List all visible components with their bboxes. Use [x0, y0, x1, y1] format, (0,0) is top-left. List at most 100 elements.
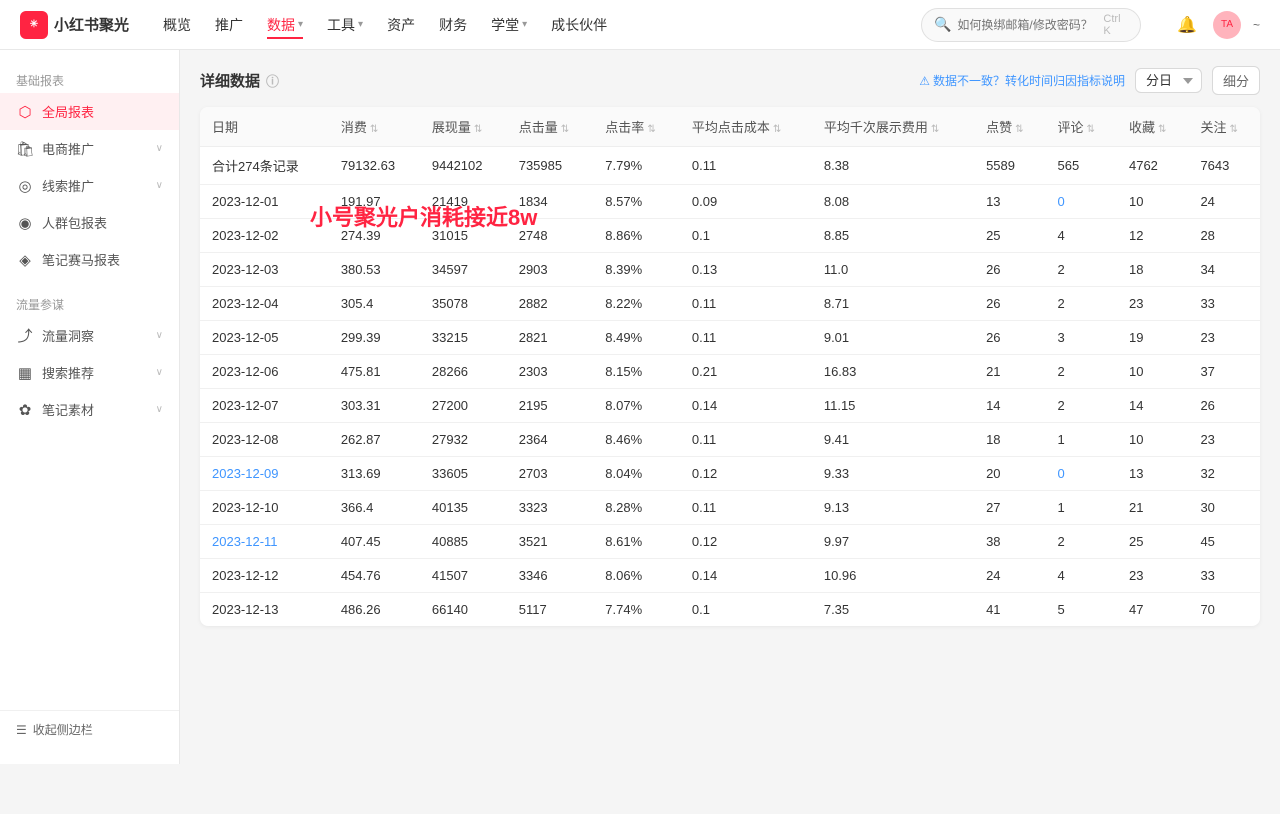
row-cell-date[interactable]: 2023-12-06 [200, 355, 329, 389]
row-cell-follows: 70 [1188, 593, 1260, 627]
summary-cell-likes: 5589 [974, 147, 1045, 185]
col-ctr[interactable]: 点击率⇅ [593, 107, 680, 147]
row-cell-date[interactable]: 2023-12-10 [200, 491, 329, 525]
collapse-sidebar-button[interactable]: ☰ 收起侧边栏 [0, 710, 179, 748]
nav-overview[interactable]: 概览 [163, 11, 191, 39]
row-cell-comments: 0 [1046, 185, 1117, 219]
row-cell-date[interactable]: 2023-12-04 [200, 287, 329, 321]
row-cell-impressions: 27932 [420, 423, 507, 457]
row-cell-cpc: 0.14 [680, 559, 812, 593]
nav-partner[interactable]: 成长伙伴 [551, 11, 607, 39]
col-follows[interactable]: 关注⇅ [1188, 107, 1260, 147]
col-cpm[interactable]: 平均千次展示费用⇅ [812, 107, 974, 147]
row-cell-spend: 305.4 [329, 287, 420, 321]
sidebar-item-leads[interactable]: ◎ 线索推广 ∨ [0, 167, 179, 204]
nav-assets[interactable]: 资产 [387, 11, 415, 39]
col-clicks[interactable]: 点击量⇅ [507, 107, 594, 147]
row-cell-ctr: 8.22% [593, 287, 680, 321]
summary-cell-follows: 7643 [1188, 147, 1260, 185]
col-spend[interactable]: 消费⇅ [329, 107, 420, 147]
row-cell-date[interactable]: 2023-12-05 [200, 321, 329, 355]
row-cell-date[interactable]: 2023-12-11 [200, 525, 329, 559]
row-cell-impressions: 33215 [420, 321, 507, 355]
row-cell-favorites: 13 [1117, 457, 1188, 491]
row-cell-spend: 303.31 [329, 389, 420, 423]
notification-icon[interactable]: 🔔 [1173, 11, 1201, 39]
summary-cell-spend: 79132.63 [329, 147, 420, 185]
row-cell-date[interactable]: 2023-12-12 [200, 559, 329, 593]
summary-cell-cpc: 0.11 [680, 147, 812, 185]
table-header: 日期 消费⇅ 展现量⇅ 点击量⇅ 点击率⇅ 平均点击成本⇅ 平均千次展示费用⇅ … [200, 107, 1260, 147]
detail-info-icon[interactable]: ⓘ [266, 71, 279, 90]
sidebar-item-traffic-insight[interactable]: ⤴ 流量洞察 ∨ [0, 317, 179, 354]
row-cell-cpm: 9.13 [812, 491, 974, 525]
row-cell-likes: 14 [974, 389, 1045, 423]
row-cell-follows: 33 [1188, 559, 1260, 593]
row-cell-follows: 23 [1188, 423, 1260, 457]
collapse-label: 收起侧边栏 [33, 721, 93, 738]
global-report-icon: ⬡ [16, 103, 34, 121]
summary-cell-cpm: 8.38 [812, 147, 974, 185]
data-table-wrapper: 日期 消费⇅ 展现量⇅ 点击量⇅ 点击率⇅ 平均点击成本⇅ 平均千次展示费用⇅ … [200, 107, 1260, 626]
avatar[interactable]: TA [1213, 11, 1241, 39]
row-cell-ctr: 8.86% [593, 219, 680, 253]
row-cell-likes: 24 [974, 559, 1045, 593]
row-cell-date[interactable]: 2023-12-03 [200, 253, 329, 287]
row-cell-cpc: 0.09 [680, 185, 812, 219]
col-cpc[interactable]: 平均点击成本⇅ [680, 107, 812, 147]
nav-tools[interactable]: 工具 ▾ [327, 11, 363, 39]
nav-promote[interactable]: 推广 [215, 11, 243, 39]
row-cell-date[interactable]: 2023-12-02 [200, 219, 329, 253]
row-cell-comments: 0 [1046, 457, 1117, 491]
sidebar-item-search-recommend[interactable]: ▦ 搜索推荐 ∨ [0, 354, 179, 391]
row-cell-date[interactable]: 2023-12-07 [200, 389, 329, 423]
sidebar-item-ecommerce[interactable]: 🛍 电商推广 ∨ [0, 130, 179, 167]
row-cell-likes: 27 [974, 491, 1045, 525]
sidebar-item-notes-race[interactable]: ◈ 笔记赛马报表 [0, 241, 179, 278]
row-cell-cpm: 10.96 [812, 559, 974, 593]
search-recommend-icon: ▦ [16, 364, 34, 382]
data-warn-link[interactable]: ⚠ 数据不一致？转化时间归因指标说明 [919, 72, 1125, 89]
row-cell-cpm: 11.15 [812, 389, 974, 423]
row-cell-clicks: 2903 [507, 253, 594, 287]
time-filter-select[interactable]: 分日 分周 分月 [1135, 68, 1202, 93]
row-cell-impressions: 40885 [420, 525, 507, 559]
nav-academy[interactable]: 学堂 ▾ [491, 11, 527, 39]
search-bar[interactable]: 🔍 Ctrl K [921, 8, 1141, 42]
detail-right: ⚠ 数据不一致？转化时间归因指标说明 分日 分周 分月 细分 [919, 66, 1260, 95]
nav-finance[interactable]: 财务 [439, 11, 467, 39]
row-cell-follows: 37 [1188, 355, 1260, 389]
sidebar-item-audience[interactable]: ◉ 人群包报表 [0, 204, 179, 241]
row-cell-spend: 454.76 [329, 559, 420, 593]
row-cell-comments: 2 [1046, 287, 1117, 321]
row-cell-impressions: 41507 [420, 559, 507, 593]
col-impressions[interactable]: 展现量⇅ [420, 107, 507, 147]
col-comments[interactable]: 评论⇅ [1046, 107, 1117, 147]
row-cell-comments: 2 [1046, 355, 1117, 389]
row-cell-spend: 262.87 [329, 423, 420, 457]
row-cell-favorites: 25 [1117, 525, 1188, 559]
traffic-insight-icon: ⤴ [16, 327, 34, 345]
row-cell-date[interactable]: 2023-12-01 [200, 185, 329, 219]
row-cell-date[interactable]: 2023-12-13 [200, 593, 329, 627]
sidebar-item-notes-material[interactable]: ✿ 笔记素材 ∨ [0, 391, 179, 428]
audience-icon: ◉ [16, 214, 34, 232]
row-cell-likes: 26 [974, 287, 1045, 321]
row-cell-cpc: 0.1 [680, 219, 812, 253]
row-cell-cpc: 0.13 [680, 253, 812, 287]
sidebar-item-label-ecommerce: 电商推广 [42, 139, 148, 158]
row-cell-cpm: 7.35 [812, 593, 974, 627]
row-cell-date[interactable]: 2023-12-09 [200, 457, 329, 491]
row-cell-clicks: 1834 [507, 185, 594, 219]
layout: 基础报表 ⬡ 全局报表 🛍 电商推广 ∨ ◎ 线索推广 ∨ ◉ 人群包报表 ◈ … [0, 50, 1280, 764]
row-cell-clicks: 2303 [507, 355, 594, 389]
row-cell-date[interactable]: 2023-12-08 [200, 423, 329, 457]
sidebar-item-global-report[interactable]: ⬡ 全局报表 [0, 93, 179, 130]
col-favorites[interactable]: 收藏⇅ [1117, 107, 1188, 147]
search-input[interactable] [957, 18, 1097, 32]
search-icon: 🔍 [934, 16, 951, 33]
row-cell-favorites: 18 [1117, 253, 1188, 287]
row-cell-impressions: 40135 [420, 491, 507, 525]
nav-data[interactable]: 数据 ▾ [267, 11, 303, 39]
col-likes[interactable]: 点赞⇅ [974, 107, 1045, 147]
